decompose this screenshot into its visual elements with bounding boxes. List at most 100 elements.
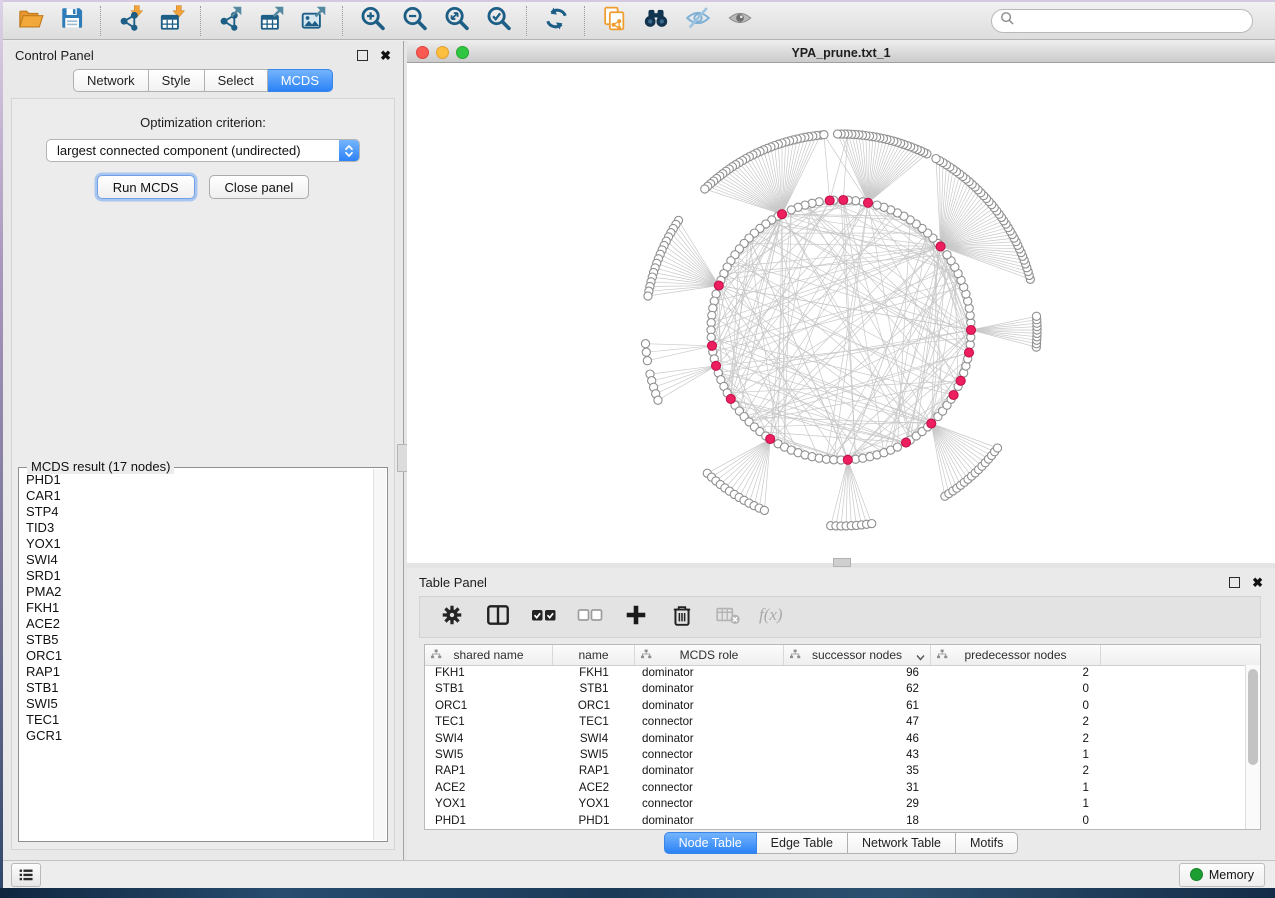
mcds-result-item[interactable]: YOX1 <box>26 536 372 552</box>
cell-shared_name: FKH1 <box>425 665 553 681</box>
mcds-result-item[interactable]: TID3 <box>26 520 372 536</box>
zoom-fit-icon <box>443 5 470 37</box>
show-column-panel-button[interactable] <box>480 600 516 634</box>
close-table-panel-icon[interactable]: ✖ <box>1252 578 1263 587</box>
clone-network-button[interactable] <box>593 4 635 38</box>
run-mcds-button[interactable]: Run MCDS <box>97 175 195 199</box>
table-row[interactable]: SWI5SWI5connector431 <box>425 747 1246 763</box>
delete-row-button[interactable] <box>664 600 700 634</box>
table-scrollbar-thumb[interactable] <box>1248 669 1258 765</box>
table-row[interactable]: RAP1RAP1dominator352 <box>425 763 1246 779</box>
cell-mcds_role: dominator <box>635 813 784 829</box>
column-header-label: predecessor nodes <box>964 648 1066 662</box>
tab-motifs[interactable]: Motifs <box>956 832 1018 854</box>
close-panel-icon[interactable]: ✖ <box>380 51 391 60</box>
column-header-MCDS-role[interactable]: MCDS role <box>635 645 784 665</box>
mcds-result-item[interactable]: PMA2 <box>26 584 372 600</box>
tab-edge-table[interactable]: Edge Table <box>757 832 848 854</box>
tab-network-table[interactable]: Network Table <box>848 832 956 854</box>
mcds-result-item[interactable]: SRD1 <box>26 568 372 584</box>
cell-mcds_role: dominator <box>635 698 784 714</box>
hide-selected-button[interactable] <box>677 4 719 38</box>
cell-successor_nodes: 18 <box>784 813 931 829</box>
mcds-result-item[interactable]: SWI4 <box>26 552 372 568</box>
first-neighbors-icon <box>642 4 670 37</box>
column-header-successor-nodes[interactable]: successor nodes <box>784 645 931 665</box>
mcds-result-item[interactable]: TEC1 <box>26 712 372 728</box>
table-scrollbar[interactable] <box>1245 665 1260 829</box>
mcds-result-item[interactable]: FKH1 <box>26 600 372 616</box>
close-panel-button[interactable]: Close panel <box>209 175 310 199</box>
mcds-result-item[interactable]: CAR1 <box>26 488 372 504</box>
tab-node-table[interactable]: Node Table <box>664 832 757 854</box>
zoom-out-button[interactable] <box>393 4 435 38</box>
export-table-button[interactable] <box>251 4 293 38</box>
mcds-result-item[interactable]: ACE2 <box>26 616 372 632</box>
table-row[interactable]: ACE2ACE2connector311 <box>425 780 1246 796</box>
zoom-fit-button[interactable] <box>435 4 477 38</box>
tab-mcds[interactable]: MCDS <box>268 69 333 92</box>
mcds-result-item[interactable]: STB1 <box>26 680 372 696</box>
float-table-panel-icon[interactable] <box>1229 577 1240 588</box>
table-row[interactable]: ORC1ORC1dominator610 <box>425 698 1246 714</box>
search-field[interactable] <box>991 9 1253 33</box>
network-window: YPA_prune.txt_1 <box>407 43 1275 563</box>
cell-successor_nodes: 31 <box>784 780 931 796</box>
first-neighbors-button[interactable] <box>635 4 677 38</box>
table-row[interactable]: SWI4SWI4dominator462 <box>425 731 1246 747</box>
mcds-result-item[interactable]: SWI5 <box>26 696 372 712</box>
memory-button[interactable]: Memory <box>1179 863 1265 887</box>
minimize-window-icon[interactable] <box>436 46 449 59</box>
select-all-rows-button[interactable] <box>526 600 562 634</box>
table-row[interactable]: TEC1TEC1connector472 <box>425 714 1246 730</box>
mcds-result-item[interactable]: STB5 <box>26 632 372 648</box>
column-header-shared-name[interactable]: shared name <box>425 645 553 665</box>
mcds-result-item[interactable]: GCR1 <box>26 728 372 744</box>
table-row[interactable]: PHD1PHD1dominator180 <box>425 813 1246 829</box>
zoom-in-button[interactable] <box>351 4 393 38</box>
import-network-from-file-button[interactable] <box>109 4 151 38</box>
export-network-icon <box>216 4 244 37</box>
show-all-button[interactable] <box>719 4 761 38</box>
table-options-icon <box>440 603 464 632</box>
table-row[interactable]: FKH1FKH1dominator962 <box>425 665 1246 681</box>
open-session-button[interactable] <box>9 4 51 38</box>
refresh-view-button[interactable] <box>535 4 577 38</box>
add-column-button[interactable] <box>618 600 654 634</box>
network-graph[interactable] <box>407 63 1275 564</box>
mcds-result-item[interactable]: ORC1 <box>26 648 372 664</box>
refresh-view-icon <box>543 5 570 37</box>
zoom-selected-button[interactable] <box>477 4 519 38</box>
mcds-result-item[interactable]: RAP1 <box>26 664 372 680</box>
export-network-button[interactable] <box>209 4 251 38</box>
task-history-button[interactable] <box>11 863 41 887</box>
horizontal-splitter-handle[interactable] <box>833 558 851 567</box>
export-image-button[interactable] <box>293 4 335 38</box>
network-view-canvas[interactable] <box>407 63 1275 564</box>
tab-style[interactable]: Style <box>149 69 205 92</box>
close-window-icon[interactable] <box>416 46 429 59</box>
search-input[interactable] <box>1020 12 1252 29</box>
criterion-select[interactable]: largest connected component (undirected) <box>46 139 360 162</box>
application-window: Control Panel ✖ NetworkStyleSelectMCDS O… <box>0 0 1275 898</box>
mcds-result-item[interactable]: PHD1 <box>26 472 372 488</box>
mcds-result-item[interactable]: STP4 <box>26 504 372 520</box>
zoom-selected-icon <box>485 5 512 37</box>
import-table-from-file-button[interactable] <box>151 4 193 38</box>
table-row[interactable]: YOX1YOX1connector291 <box>425 796 1246 812</box>
deselect-all-rows-button[interactable] <box>572 600 608 634</box>
float-panel-icon[interactable] <box>357 50 368 61</box>
cell-mcds_role: dominator <box>635 681 784 697</box>
maximize-window-icon[interactable] <box>456 46 469 59</box>
tab-network[interactable]: Network <box>73 69 149 92</box>
control-panel-title: Control Panel <box>15 48 94 63</box>
table-row[interactable]: STB1STB1dominator620 <box>425 681 1246 697</box>
table-header-row: shared namenameMCDS rolesuccessor nodes p… <box>425 645 1260 666</box>
cell-successor_nodes: 61 <box>784 698 931 714</box>
tab-select[interactable]: Select <box>205 69 268 92</box>
column-header-name[interactable]: name <box>553 645 635 665</box>
table-options-button[interactable] <box>434 600 470 634</box>
save-session-button[interactable] <box>51 4 93 38</box>
result-list-scrollbar[interactable] <box>373 469 386 840</box>
column-header-predecessor-nodes[interactable]: predecessor nodes <box>931 645 1101 665</box>
